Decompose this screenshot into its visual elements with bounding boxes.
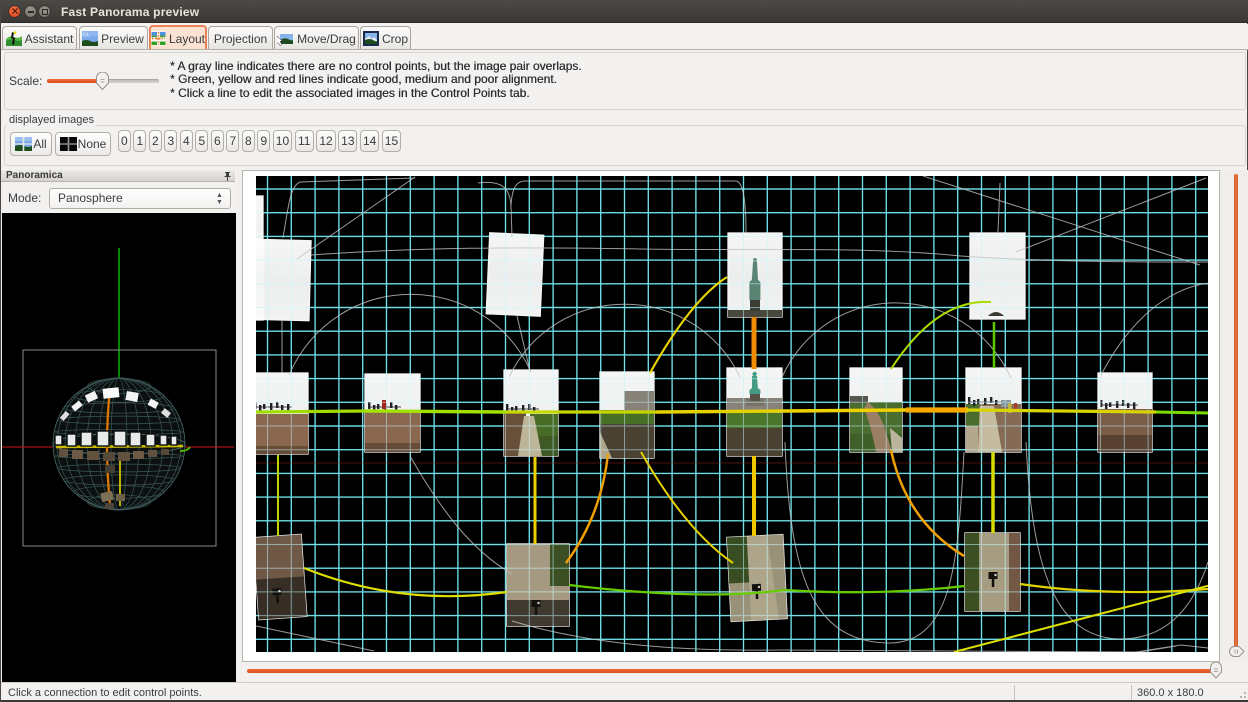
svg-text:GL: GL [83,33,90,39]
